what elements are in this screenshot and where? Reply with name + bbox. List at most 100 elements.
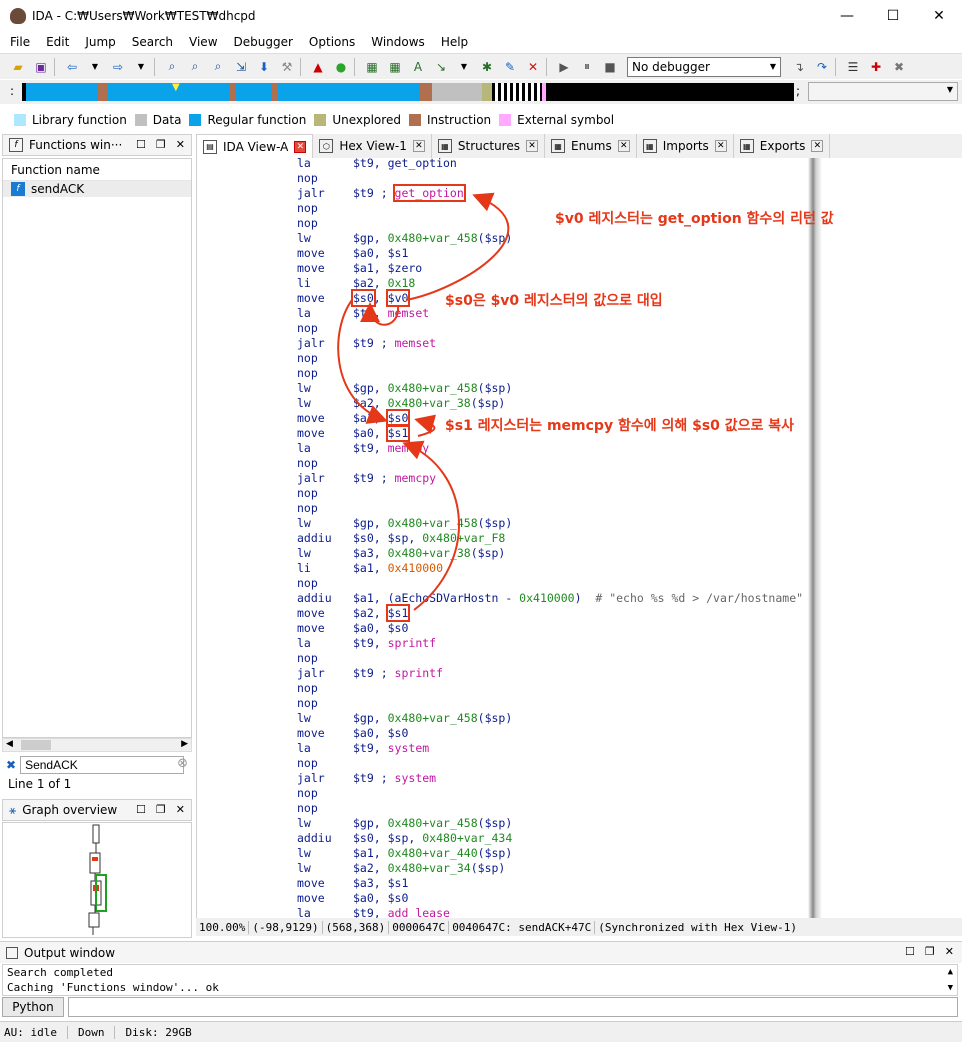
code-line[interactable]: nop [297,651,803,666]
string-icon[interactable]: A [408,57,428,77]
code-line[interactable]: jalr $t9 ; memcpy [297,471,803,486]
save-icon[interactable]: ▣ [31,57,51,77]
scroll-down-icon[interactable]: ▼ [948,981,953,996]
code-line[interactable]: move $a3, $s1 [297,876,803,891]
function-filter-input[interactable] [20,756,185,774]
menu-help[interactable]: Help [435,32,474,52]
open-folder-icon[interactable]: ▰ [8,57,28,77]
tab-exports[interactable]: ▦ Exports ✕ [733,134,831,158]
code-line[interactable]: jalr $t9 ; system [297,771,803,786]
code-line[interactable]: addiu $s0, $sp, 0x480+var_F8 [297,531,803,546]
forward-arrow-icon[interactable]: ⇨ [108,57,128,77]
undefine-icon[interactable]: ✕ [523,57,543,77]
python-button[interactable]: Python [2,997,64,1017]
tab-structures[interactable]: ▦ Structures ✕ [431,134,545,158]
code-line[interactable]: nop [297,171,803,186]
column-header-function-name[interactable]: Function name [3,159,191,181]
search-immediate-icon[interactable]: ⌕ [208,57,228,77]
menu-debugger[interactable]: Debugger [228,32,299,52]
menu-search[interactable]: Search [126,32,179,52]
float-icon[interactable]: ☐ [905,945,915,958]
code-line[interactable]: lw $gp, 0x480+var_458($sp) [297,516,803,531]
functions-window-header[interactable]: f Functions win··· ☐ ❐ ✕ [2,134,192,156]
scroll-left-icon[interactable]: ◀ [6,739,13,749]
float-icon[interactable]: ☐ [136,138,146,151]
code-line[interactable]: lw $a2, 0x480+var_38($sp) [297,396,803,411]
code-line[interactable]: addiu $s0, $sp, 0x480+var_434 [297,831,803,846]
edit-function-icon[interactable]: ✎ [500,57,520,77]
close-icon[interactable]: ✕ [412,140,425,152]
clear-filter-icon[interactable]: ✖ [6,758,16,772]
code-line[interactable]: nop [297,576,803,591]
restore-icon[interactable]: ❐ [925,945,935,958]
functions-horizontal-scrollbar[interactable]: ◀ ▶ [2,738,192,752]
float-icon[interactable]: ☐ [136,803,146,816]
close-button[interactable]: ✕ [916,0,962,32]
data-icon[interactable]: ▦ [385,57,405,77]
chevron-down-icon[interactable]: ▼ [85,57,105,77]
code-line[interactable]: addiu $a1, (aEchoSDVarHostn - 0x410000) #… [297,591,803,606]
code-line[interactable]: la $t9, system [297,741,803,756]
code-line[interactable]: lw $gp, 0x480+var_458($sp) [297,231,803,246]
menu-view[interactable]: View [183,32,223,52]
scroll-right-icon[interactable]: ▶ [181,739,188,749]
close-icon[interactable]: ✕ [525,140,538,152]
chevron-down-icon[interactable]: ▼ [131,57,151,77]
jump-icon[interactable]: ⇲ [231,57,251,77]
step-over-icon[interactable]: ↷ [812,57,832,77]
down-arrow-icon[interactable]: ⬇ [254,57,274,77]
code-line[interactable]: lw $a2, 0x480+var_34($sp) [297,861,803,876]
code-line[interactable]: li $a2, 0x18 [297,276,803,291]
code-line[interactable]: la $t9, get_option [297,158,803,171]
code-line[interactable]: nop [297,681,803,696]
python-command-input[interactable] [68,997,958,1017]
close-icon[interactable]: ✕ [714,140,727,152]
restore-icon[interactable]: ❐ [156,803,166,816]
play-icon[interactable]: ▶ [554,57,574,77]
code-line[interactable]: la $t9, add_lease [297,906,803,918]
back-arrow-icon[interactable]: ⇦ [62,57,82,77]
minimize-button[interactable]: — [824,0,870,32]
code-line[interactable]: la $t9, memcpy [297,441,803,456]
patch-icon[interactable]: ⚒ [277,57,297,77]
code-line[interactable]: nop [297,486,803,501]
filter-clear-circle-icon[interactable]: ⊗ [177,756,188,771]
code-line[interactable]: nop [297,366,803,381]
code-line[interactable]: move $a0, $s0 [297,621,803,636]
tab-imports[interactable]: ▦ Imports ✕ [636,134,734,158]
code-line[interactable]: nop [297,756,803,771]
code-line[interactable]: lw $a1, 0x480+var_440($sp) [297,846,803,861]
tab-ida-view-a[interactable]: ▤ IDA View-A ✕ [196,134,314,158]
code-line[interactable]: la $t9, sprintf [297,636,803,651]
code-line[interactable]: move $a0, $s0 [297,891,803,906]
breakpoint-remove-icon[interactable]: ✖ [889,57,909,77]
code-line[interactable]: jalr $t9 ; get_option [297,184,803,202]
menu-edit[interactable]: Edit [40,32,75,52]
tab-hex-view-1[interactable]: ⬡ Hex View-1 ✕ [313,134,432,158]
tab-enums[interactable]: ▦ Enums ✕ [544,134,637,158]
code-line[interactable]: nop [297,696,803,711]
code-line[interactable]: lw $gp, 0x480+var_458($sp) [297,381,803,396]
graph-overview[interactable] [2,822,192,938]
code-line[interactable]: li $a1, 0x410000 [297,561,803,576]
menu-file[interactable]: File [4,32,36,52]
code-line[interactable]: nop [297,801,803,816]
debugger-select[interactable]: No debugger ▼ [627,56,781,77]
close-icon[interactable]: ✕ [617,140,630,152]
close-icon[interactable]: ✕ [811,140,824,152]
struct-icon[interactable]: ✱ [477,57,497,77]
code-line[interactable]: jalr $t9 ; memset [297,336,803,351]
code-line[interactable]: nop [297,786,803,801]
code-line[interactable]: move $a0, $s0 [297,726,803,741]
navigation-dropdown[interactable]: ▼ [808,82,958,101]
code-line[interactable]: jalr $t9 ; sprintf [297,666,803,681]
disassembly-listing[interactable]: la $t9, get_option nop jalr $t9 ; get_option… [297,158,803,918]
code-line[interactable]: move $a0, $s1 [297,246,803,261]
chevron-down-icon[interactable]: ▼ [454,57,474,77]
maximize-button[interactable]: ☐ [870,0,916,32]
output-window-header[interactable]: Output window ☐ ❐ ✕ [0,941,962,963]
search-binary-icon[interactable]: ⌕ [162,57,182,77]
list-icon[interactable]: ☰ [843,57,863,77]
functions-list[interactable]: Function name f sendACK [2,158,192,738]
stop-icon[interactable]: ■ [600,57,620,77]
